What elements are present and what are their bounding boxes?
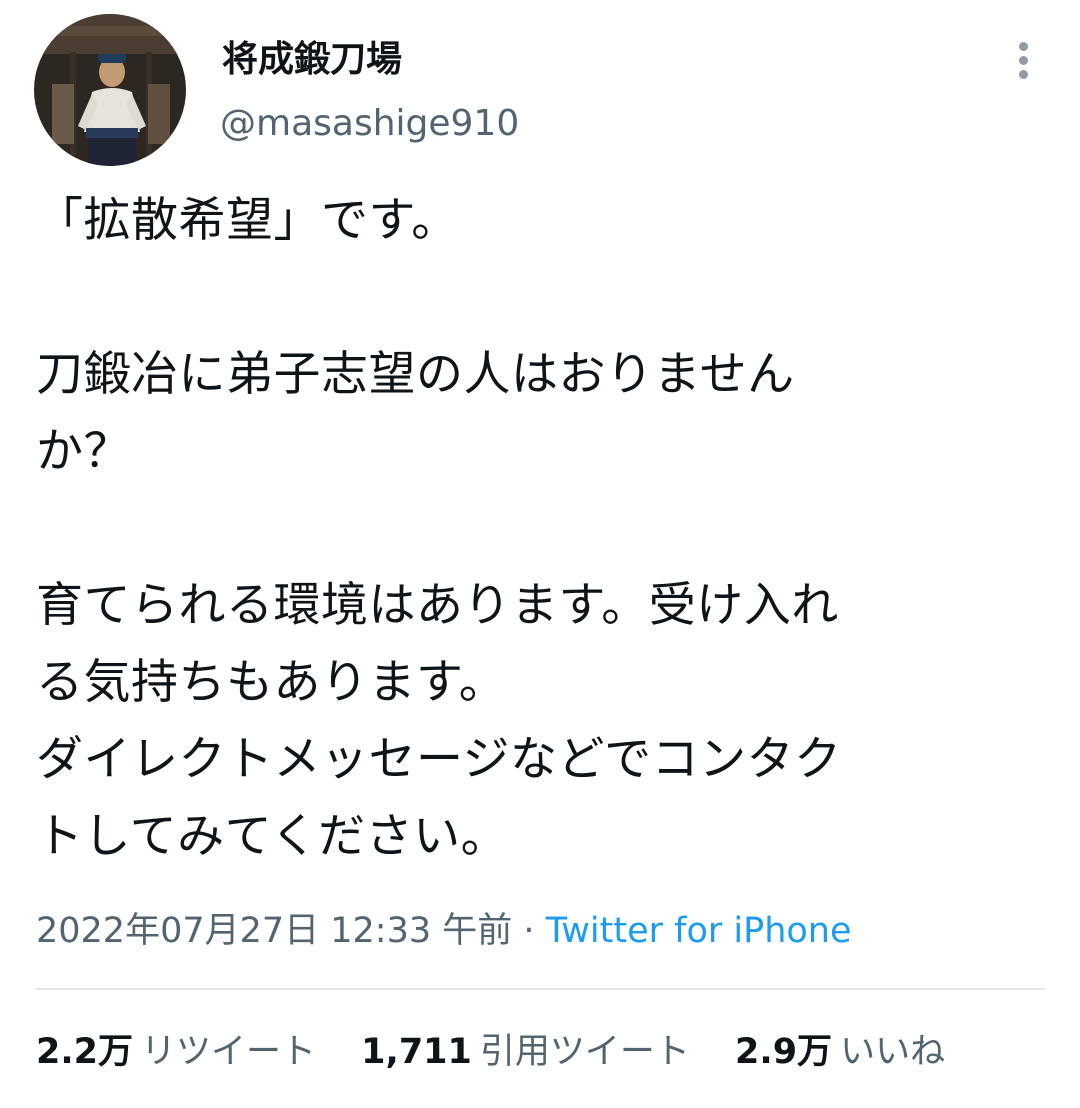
avatar-photo <box>34 14 186 166</box>
retweets-count: 2.2万 <box>36 1032 134 1072</box>
likes-count: 2.9万 <box>735 1032 833 1072</box>
likes-label: いいね <box>840 1032 946 1072</box>
meta-separator: · <box>523 911 535 951</box>
user-handle[interactable]: @masashige910 <box>220 100 519 148</box>
avatar[interactable] <box>34 14 186 166</box>
more-vertical-icon <box>1019 42 1028 51</box>
retweets-stat[interactable]: 2.2万 リツイート <box>36 1026 316 1078</box>
divider <box>36 988 1046 990</box>
tweet-meta: 2022年07月27日 12:33 午前 · Twitter for iPhon… <box>36 906 852 956</box>
display-name[interactable]: 将成鍛刀場 <box>222 36 402 84</box>
tweet-source-link[interactable]: Twitter for iPhone <box>546 911 852 951</box>
quote-tweets-label: 引用ツイート <box>479 1032 690 1072</box>
quote-tweets-stat[interactable]: 1,711 引用ツイート <box>361 1026 690 1078</box>
more-options-button[interactable] <box>1004 38 1044 82</box>
tweet-text: 「拡散希望」です。 刀鍛冶に弟子志望の人はおりません か？ 育てられる環境はあり… <box>36 193 842 864</box>
tweet-header: 将成鍛刀場 @masashige910 <box>0 0 1080 170</box>
retweets-label: リツイート <box>141 1032 317 1072</box>
engagement-stats: 2.2万 リツイート 1,711 引用ツイート 2.9万 いいね <box>36 1026 979 1078</box>
tweet-timestamp[interactable]: 2022年07月27日 12:33 午前 <box>36 911 512 951</box>
likes-stat[interactable]: 2.9万 いいね <box>735 1026 945 1078</box>
quote-tweets-count: 1,711 <box>361 1032 472 1072</box>
